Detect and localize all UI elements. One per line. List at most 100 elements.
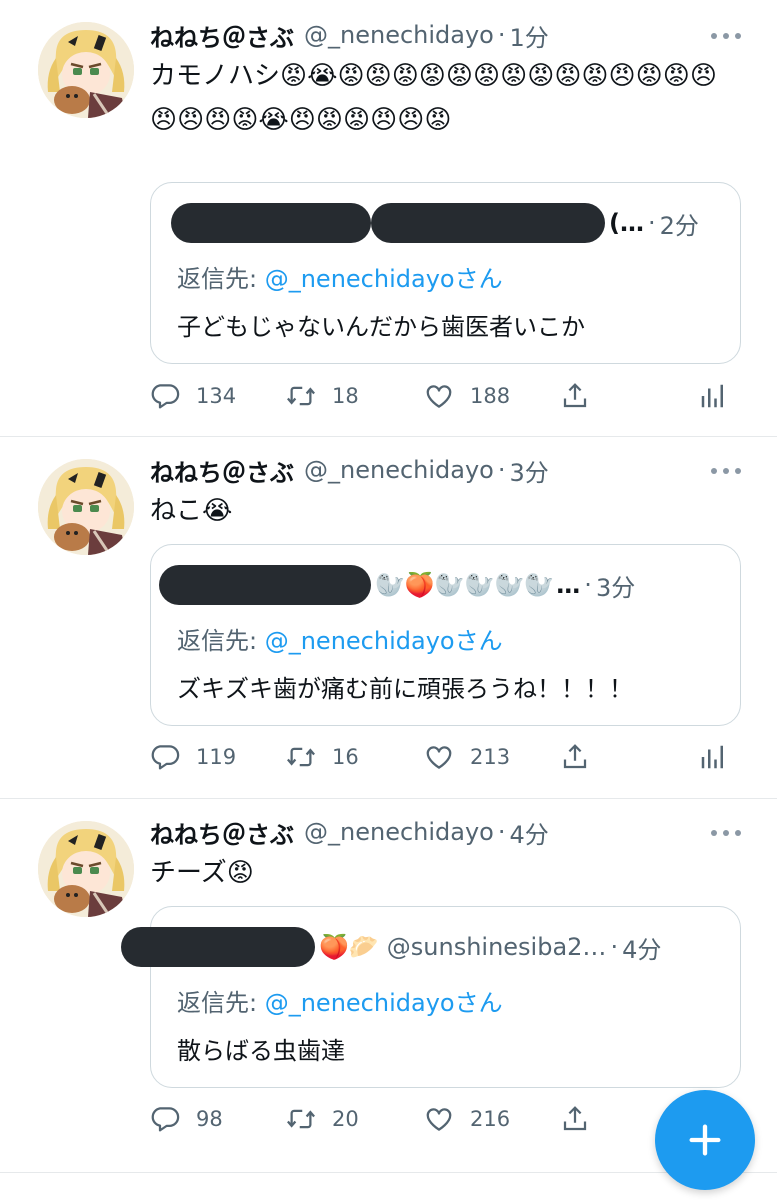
reply-icon [150, 1104, 180, 1134]
tweet-actions: 119 16 213 [150, 737, 737, 777]
quote-text: ズキズキ歯が痛む前に頑張ろうね！！！！ [177, 675, 633, 703]
reply-suffix: さん [454, 265, 503, 293]
retweet-icon [286, 381, 316, 411]
analytics-icon [698, 381, 728, 411]
reply-prefix: 返信先: [177, 265, 265, 293]
reply-count: 134 [196, 384, 237, 408]
reply-mention[interactable]: @_nenechidayo [265, 989, 455, 1017]
reply-context: 返信先: @_nenechidayoさん [177, 621, 503, 656]
like-count: 216 [470, 1107, 511, 1131]
heart-icon [424, 1104, 454, 1134]
display-name[interactable]: ねねち＠さぶ [150, 453, 294, 488]
redacted-name [171, 203, 371, 243]
quote-timestamp: 4分 [622, 935, 662, 964]
retweet-count: 16 [332, 745, 359, 769]
reply-button[interactable]: 98 [150, 1099, 223, 1139]
reply-button[interactable]: 134 [150, 376, 236, 416]
more-options-icon[interactable] [711, 24, 741, 48]
quote-header: (… · 2分 [171, 203, 720, 243]
like-count: 188 [470, 384, 511, 408]
share-icon [560, 1104, 590, 1134]
quote-name-tail: … [556, 571, 581, 599]
more-options-icon[interactable] [711, 821, 741, 845]
quote-timestamp: 2分 [659, 211, 699, 240]
redacted-handle [371, 203, 605, 243]
tweet-header: ねねち＠さぶ @_nenechidayo · 4分 [150, 815, 737, 849]
analytics-icon [698, 742, 728, 772]
quote-header: 🦭🍑🦭🦭🦭🦭 … · 3分 [159, 565, 720, 605]
compose-button[interactable] [655, 1090, 755, 1190]
analytics-button[interactable] [698, 737, 728, 777]
quote-text: 子どもじゃないんだから歯医者いこか [177, 313, 585, 341]
user-handle[interactable]: @_nenechidayo [304, 456, 494, 484]
retweet-count: 20 [332, 1107, 359, 1131]
like-button[interactable]: 213 [424, 737, 510, 777]
reply-context: 返信先: @_nenechidayoさん [177, 259, 503, 294]
share-icon [560, 381, 590, 411]
reply-icon [150, 742, 180, 772]
reply-mention[interactable]: @_nenechidayo [265, 265, 455, 293]
avatar[interactable] [38, 821, 134, 917]
share-icon [560, 742, 590, 772]
avatar[interactable] [38, 22, 134, 118]
analytics-button[interactable] [698, 376, 728, 416]
share-button[interactable] [560, 376, 590, 416]
quoted-tweet[interactable]: 🍑🥟 @sunshinesiba2… · 4分 返信先: @_nenechida… [121, 906, 741, 1088]
tweet[interactable]: ねねち＠さぶ @_nenechidayo · 1分 カモノハシ😡😭😡😡😡😡😡😡😡… [0, 0, 777, 437]
share-button[interactable] [560, 1099, 590, 1139]
timestamp[interactable]: 3分 [510, 453, 549, 488]
avatar[interactable] [38, 459, 134, 555]
separator: · [647, 209, 656, 237]
plus-icon [689, 1124, 721, 1156]
reply-count: 98 [196, 1107, 223, 1131]
quote-header: 🍑🥟 @sunshinesiba2… · 4分 [121, 927, 720, 967]
reply-prefix: 返信先: [177, 989, 265, 1017]
separator: · [497, 818, 506, 846]
like-button[interactable]: 188 [424, 376, 510, 416]
display-name[interactable]: ねねち＠さぶ [150, 815, 294, 850]
quote-handle: @sunshinesiba2… [386, 933, 607, 961]
like-button[interactable]: 216 [424, 1099, 510, 1139]
tweet[interactable]: ねねち＠さぶ @_nenechidayo · 3分 ねこ😭 🦭🍑🦭🦭🦭🦭 … ·… [0, 437, 777, 799]
tweet-header: ねねち＠さぶ @_nenechidayo · 3分 [150, 453, 737, 487]
share-button[interactable] [560, 737, 590, 777]
quoted-tweet[interactable]: (… · 2分 返信先: @_nenechidayoさん 子どもじゃないんだから… [150, 182, 741, 364]
quote-emojis: 🍑🥟 [319, 933, 379, 961]
retweet-icon [286, 1104, 316, 1134]
like-count: 213 [470, 745, 511, 769]
retweet-button[interactable]: 20 [286, 1099, 359, 1139]
tweet-text: ねこ😭 [150, 496, 233, 526]
user-handle[interactable]: @_nenechidayo [304, 21, 494, 49]
reply-suffix: さん [454, 627, 503, 655]
reply-button[interactable]: 119 [150, 737, 236, 777]
reply-mention[interactable]: @_nenechidayo [265, 627, 455, 655]
user-handle[interactable]: @_nenechidayo [304, 818, 494, 846]
timestamp[interactable]: 4分 [510, 815, 549, 850]
quote-name-tail: (… [609, 209, 644, 237]
retweet-button[interactable]: 18 [286, 376, 359, 416]
tweet-header: ねねち＠さぶ @_nenechidayo · 1分 [150, 18, 737, 52]
tweet-actions: 98 20 216 [150, 1099, 737, 1139]
reply-suffix: さん [454, 989, 503, 1017]
quoted-tweet[interactable]: 🦭🍑🦭🦭🦭🦭 … · 3分 返信先: @_nenechidayoさん ズキズキ歯… [150, 544, 741, 726]
quote-emojis: 🦭🍑🦭🦭🦭🦭 [375, 571, 555, 599]
separator: · [497, 21, 506, 49]
more-options-icon[interactable] [711, 459, 741, 483]
reply-context: 返信先: @_nenechidayoさん [177, 983, 503, 1018]
retweet-icon [286, 742, 316, 772]
display-name[interactable]: ねねち＠さぶ [150, 18, 294, 53]
timestamp[interactable]: 1分 [510, 18, 549, 53]
heart-icon [424, 742, 454, 772]
separator: · [610, 933, 619, 961]
quote-text: 散らばる虫歯達 [177, 1037, 345, 1065]
reply-icon [150, 381, 180, 411]
quote-timestamp: 3分 [595, 573, 636, 602]
retweet-count: 18 [332, 384, 359, 408]
retweet-button[interactable]: 16 [286, 737, 359, 777]
separator: · [497, 456, 506, 484]
heart-icon [424, 381, 454, 411]
separator: · [584, 571, 592, 599]
tweet-text: チーズ😡 [150, 858, 254, 888]
redacted-name [121, 927, 315, 967]
redacted-name [159, 565, 371, 605]
